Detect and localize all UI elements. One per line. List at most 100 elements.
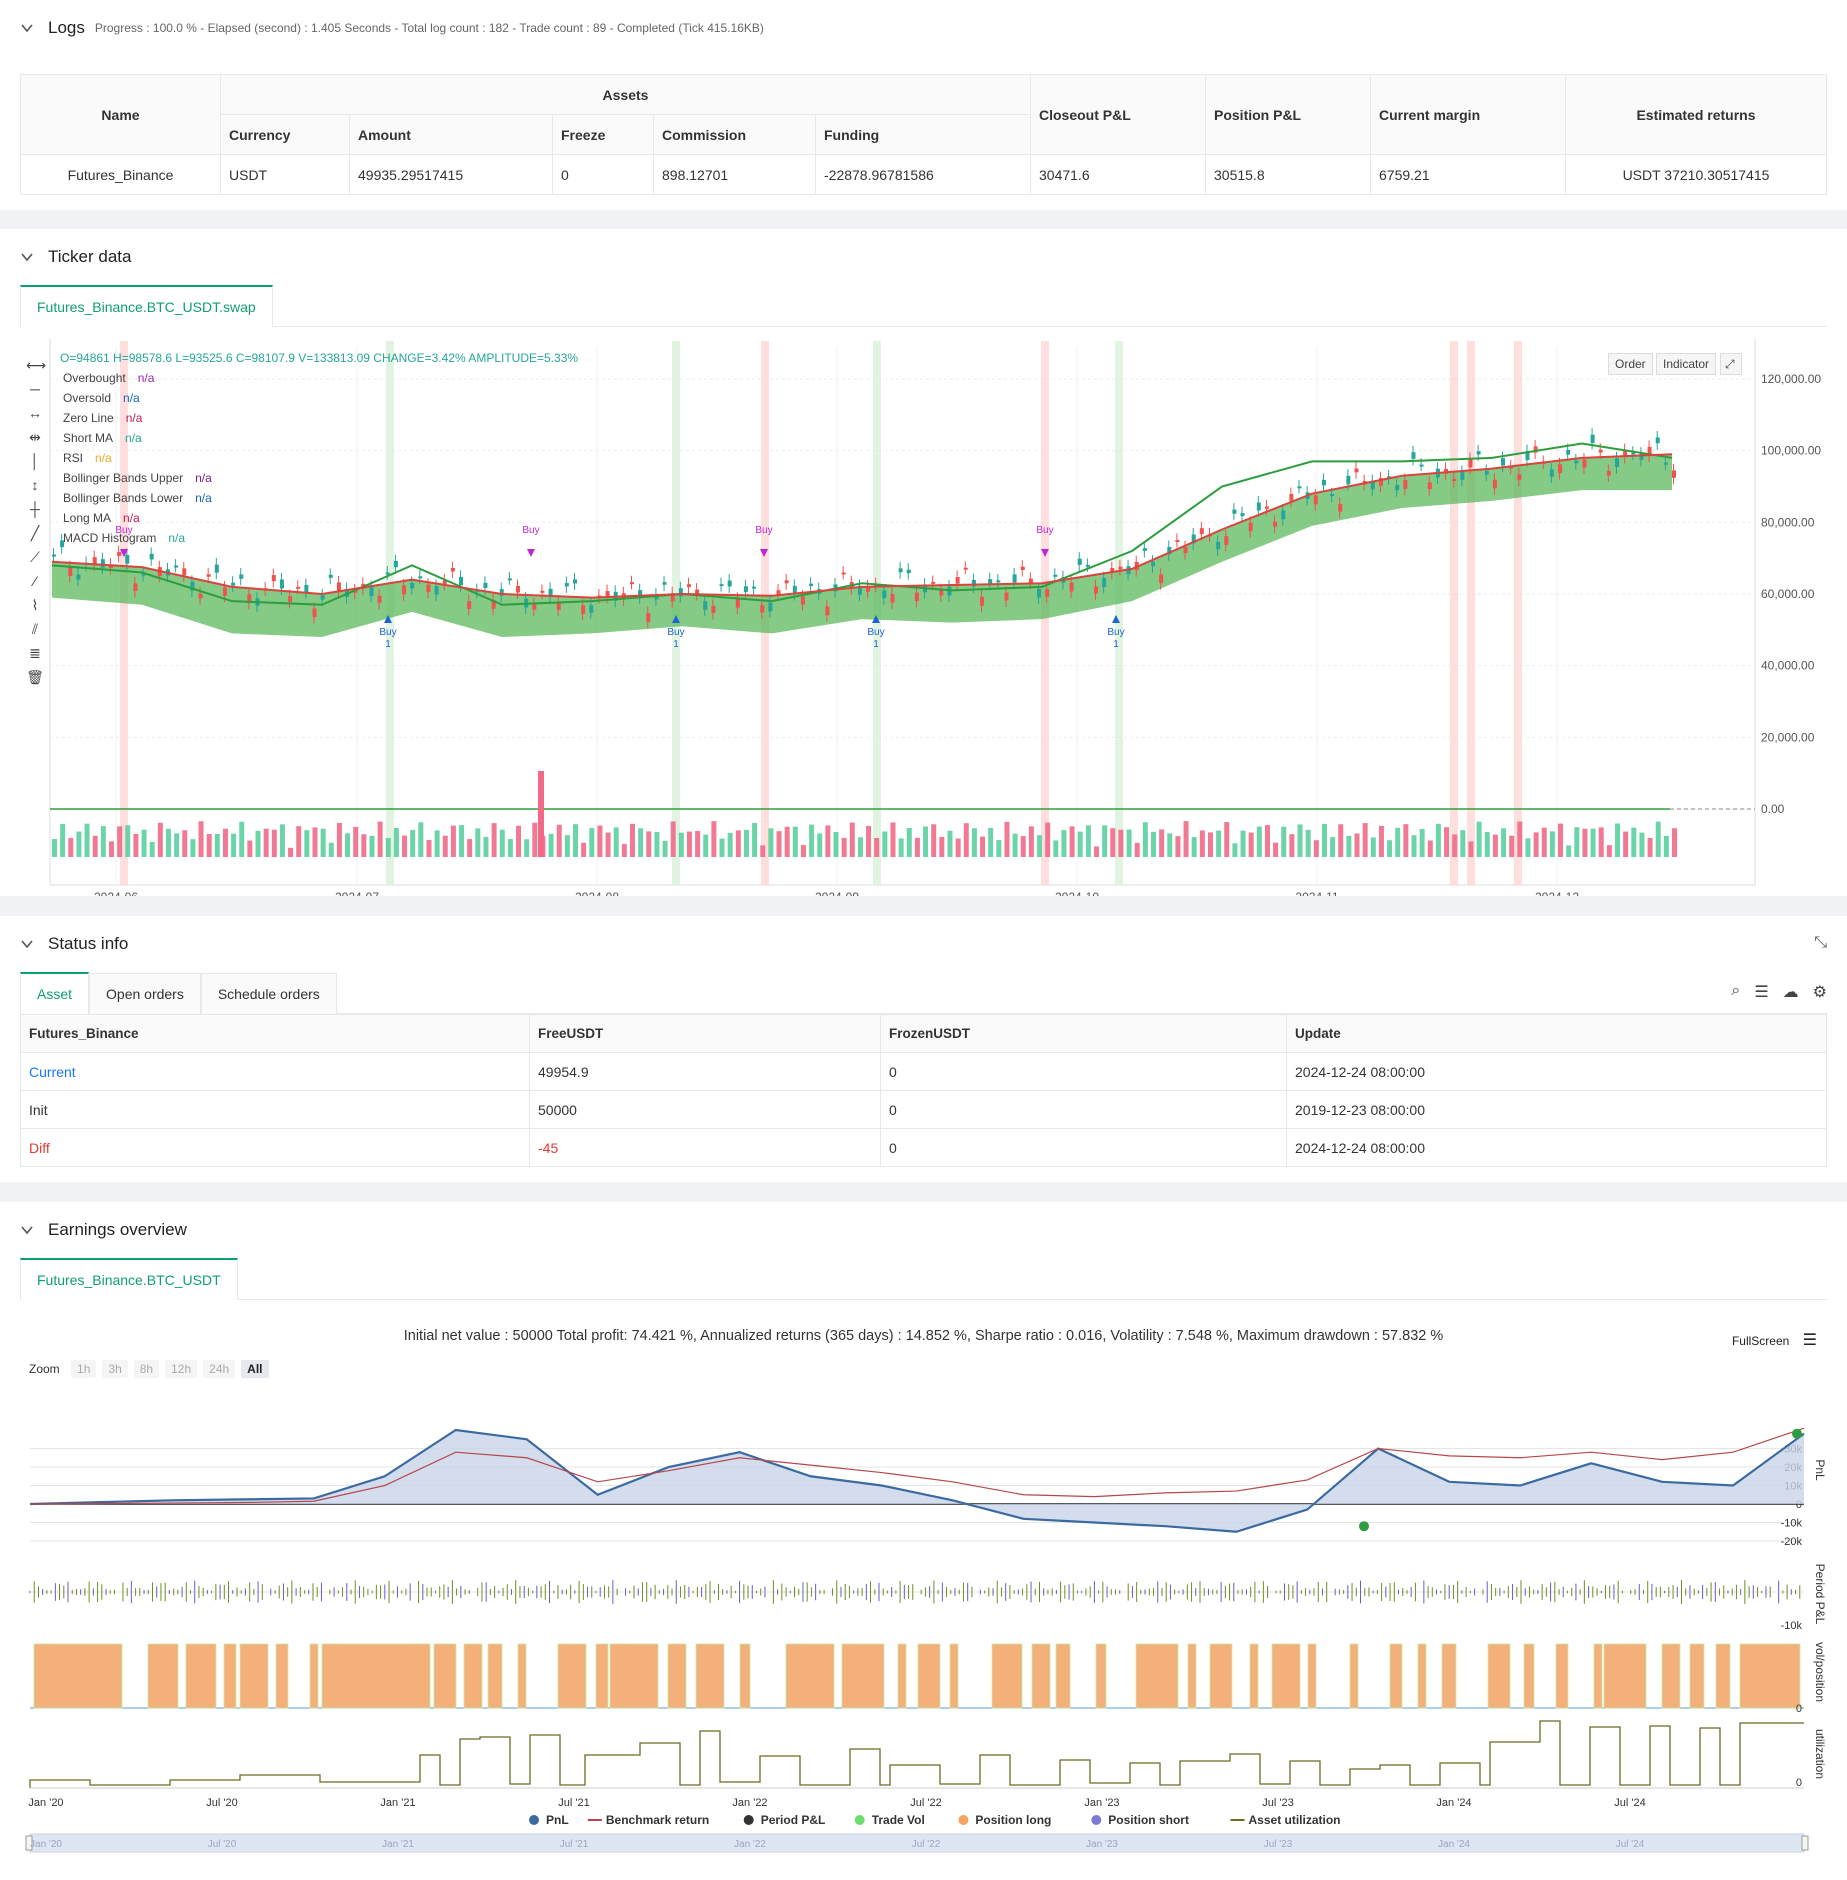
volume-bar <box>1150 831 1156 857</box>
volume-bar <box>1004 821 1010 857</box>
candle <box>711 605 716 614</box>
candle <box>662 582 667 585</box>
candle <box>573 579 578 584</box>
candle <box>507 578 512 581</box>
legend-item[interactable]: Long MA n/a <box>63 511 140 525</box>
volume-bar <box>271 829 277 857</box>
order-button[interactable]: Order <box>1608 353 1653 375</box>
position-long-block <box>1209 1643 1233 1709</box>
cloud-download-icon[interactable]: ☁ <box>1783 982 1799 1002</box>
tab-open-orders[interactable]: Open orders <box>89 973 201 1015</box>
cell-returns: USDT 37210.30517415 <box>1565 154 1827 195</box>
cell-funding: -22878.96781586 <box>815 154 1031 195</box>
volume-bar <box>214 833 220 857</box>
position-long-block <box>309 1643 319 1709</box>
volume-bar <box>198 821 204 857</box>
volume-bar <box>1102 825 1108 857</box>
volume-bar <box>931 824 937 857</box>
volume-bar <box>1525 838 1531 857</box>
legend-item[interactable]: Short MA n/a <box>63 431 142 445</box>
volume-bar <box>638 828 644 857</box>
position-long-block <box>1441 1643 1457 1709</box>
candle <box>320 595 325 600</box>
volume-bar <box>1590 828 1596 857</box>
candle <box>1566 449 1571 455</box>
candle <box>271 575 276 582</box>
cell-free: 49954.9 <box>529 1052 881 1091</box>
legend-item[interactable]: Bollinger Bands Lower n/a <box>63 491 212 505</box>
legend-item[interactable]: Bollinger Bands Upper n/a <box>63 471 212 485</box>
position-long-block <box>917 1643 941 1709</box>
volume-bar <box>76 831 82 857</box>
volume-bar <box>670 821 676 857</box>
legend-item[interactable]: RSI n/a <box>63 451 112 465</box>
tab-asset[interactable]: Asset <box>20 972 90 1014</box>
row-label-current[interactable]: Current <box>20 1052 530 1091</box>
legend-item[interactable]: MACD Histogram n/a <box>63 531 185 545</box>
volume-bar <box>52 839 57 857</box>
pnl-line <box>29 1428 1805 1533</box>
volume-bar <box>613 827 619 857</box>
volume-bar <box>377 821 383 857</box>
volume-bar <box>597 825 603 857</box>
position-long-block <box>1249 1643 1259 1709</box>
cell-currency: USDT <box>220 154 350 195</box>
list-icon[interactable]: ☰ <box>1754 982 1768 1002</box>
legend-item[interactable]: Zero Line n/a <box>63 411 142 425</box>
volume-bar <box>507 838 513 857</box>
volume-bar <box>809 824 815 857</box>
volume-bar <box>1574 827 1580 857</box>
volume-bar <box>483 836 489 857</box>
gear-icon[interactable]: ⚙ <box>1813 982 1827 1002</box>
expand-icon[interactable]: ⤢ <box>1720 353 1742 375</box>
status-header[interactable]: Status info ⤡ <box>0 916 1847 972</box>
volume-bar <box>516 825 522 857</box>
volume-bar <box>434 830 440 857</box>
volume-bar <box>1183 821 1189 857</box>
chevron-down-icon[interactable] <box>20 21 34 35</box>
volume-bar <box>402 835 408 857</box>
chevron-down-icon[interactable] <box>20 937 34 951</box>
candlestick-chart[interactable]: 120,000.00100,000.0080,000.0060,000.0040… <box>0 229 1847 896</box>
candle <box>1558 464 1563 474</box>
logs-header[interactable]: Logs Progress : 100.0 % - Elapsed (secon… <box>0 0 1847 56</box>
volume-bar <box>833 831 839 857</box>
legend-item[interactable]: Overbought n/a <box>63 371 154 385</box>
legend-item[interactable]: Oversold n/a <box>63 391 140 405</box>
volume-bar <box>1305 829 1311 857</box>
buy-signal-label: Buy <box>1107 627 1124 638</box>
axis-title: PnL <box>1813 1459 1827 1481</box>
position-long-block <box>1095 1643 1107 1709</box>
search-icon[interactable]: ⌕ <box>1731 982 1740 1002</box>
legend-label: Benchmark return <box>606 1813 709 1827</box>
volume-bar <box>141 829 147 857</box>
volume-bar <box>589 828 595 857</box>
indicator-button[interactable]: Indicator <box>1656 353 1717 375</box>
signal-band <box>1514 341 1522 885</box>
candle <box>825 606 830 616</box>
collapse-icon[interactable]: ⤡ <box>1814 934 1827 952</box>
position-long-block <box>897 1643 907 1709</box>
volume-bar <box>874 838 880 857</box>
candle <box>841 572 846 575</box>
buy-signal-count: 1 <box>1113 639 1119 650</box>
volume-bar <box>222 828 228 857</box>
col-currency: Currency <box>220 114 350 155</box>
tab-schedule-orders[interactable]: Schedule orders <box>200 973 337 1015</box>
volume-bar <box>1199 830 1205 857</box>
cell-name: Futures_Binance <box>20 154 221 195</box>
volume-bar <box>1289 834 1295 857</box>
earnings-chart[interactable]: 30k20k10k0-10k-20k-10k00PnLPeriod P&Lvol… <box>0 1202 1847 1880</box>
candle <box>410 582 415 589</box>
volume-bar <box>1403 824 1409 857</box>
row-label-diff: Diff <box>20 1128 530 1167</box>
candle <box>1248 522 1253 532</box>
candle <box>809 583 814 587</box>
candle <box>1216 541 1221 550</box>
volume-bar <box>573 824 579 857</box>
volume-bar <box>1338 824 1344 857</box>
candle <box>1354 468 1359 473</box>
candle <box>695 589 700 594</box>
position-long-block <box>1389 1643 1403 1709</box>
legend-value: n/a <box>95 451 112 465</box>
